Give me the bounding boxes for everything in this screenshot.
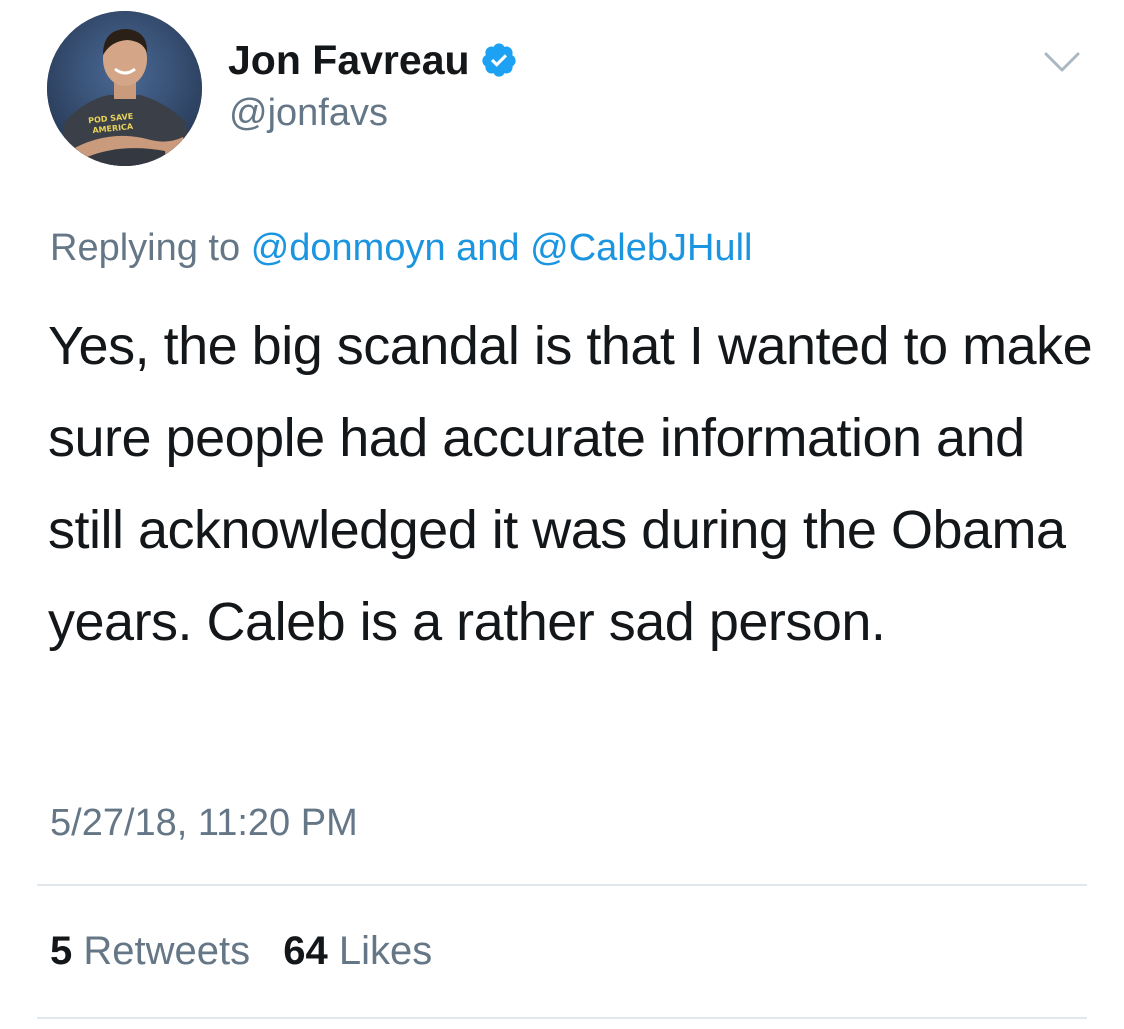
avatar-photo: POD SAVE AMERICA bbox=[47, 11, 202, 166]
retweets-label: Retweets bbox=[83, 929, 251, 973]
divider-bottom bbox=[37, 1017, 1087, 1019]
replying-to-label: Replying to bbox=[50, 227, 241, 269]
retweets-count: 5 bbox=[50, 929, 73, 973]
retweets-stat[interactable]: 5 Retweets bbox=[50, 929, 261, 973]
chevron-down-icon[interactable] bbox=[1042, 48, 1082, 78]
mention-link-donmoyn[interactable]: @donmoyn bbox=[251, 227, 446, 269]
replying-to-line: Replying to @donmoyn and @CalebJHull bbox=[50, 224, 752, 272]
likes-stat[interactable]: 64 Likes bbox=[283, 929, 432, 973]
mention-joiner: and bbox=[456, 227, 520, 269]
tweet-stats: 5 Retweets 64 Likes bbox=[50, 926, 432, 976]
mention-link-calebjhull[interactable]: @CalebJHull bbox=[530, 227, 752, 269]
tweet-timestamp[interactable]: 5/27/18, 11:20 PM bbox=[50, 800, 358, 846]
author-handle[interactable]: @jonfavs bbox=[229, 90, 388, 136]
likes-label: Likes bbox=[338, 929, 433, 973]
avatar[interactable]: POD SAVE AMERICA bbox=[47, 11, 202, 166]
author-display-name[interactable]: Jon Favreau bbox=[228, 36, 518, 84]
verified-badge-icon bbox=[481, 43, 516, 77]
tweet-text: Yes, the big scandal is that I wanted to… bbox=[48, 316, 1093, 652]
likes-count: 64 bbox=[283, 929, 328, 973]
divider-top bbox=[37, 884, 1087, 886]
author-name-text: Jon Favreau bbox=[228, 37, 470, 83]
